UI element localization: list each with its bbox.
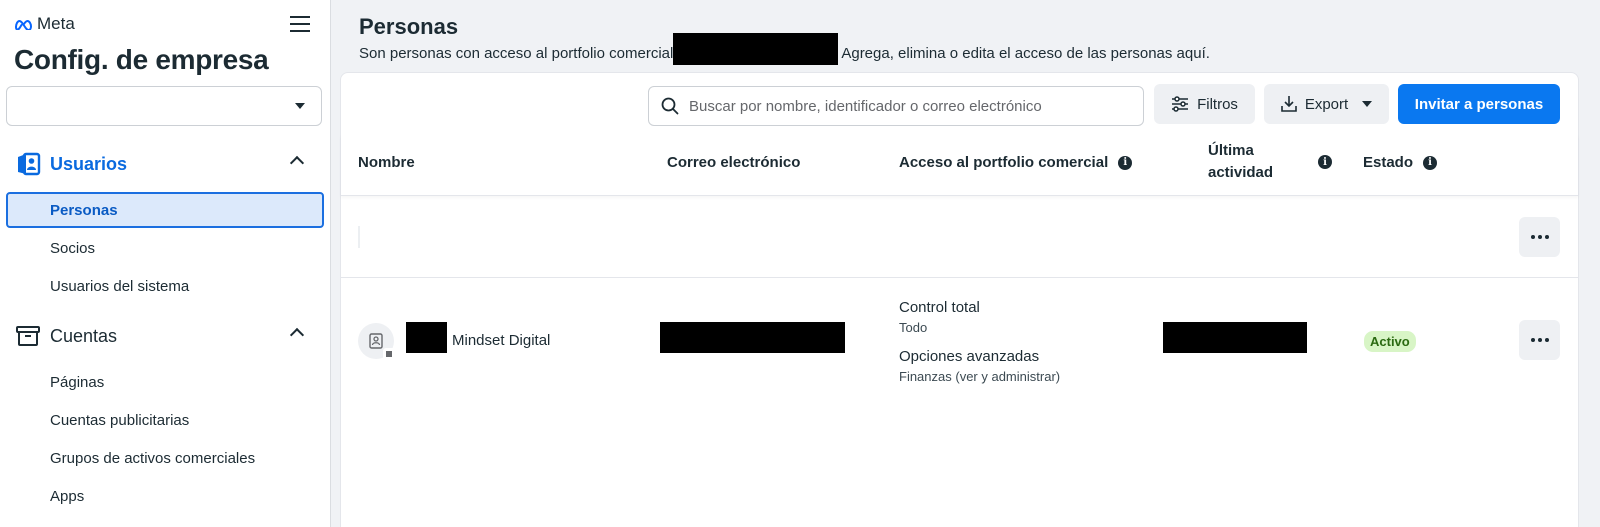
redacted-portfolio-name — [673, 33, 839, 65]
search-icon — [661, 97, 679, 115]
access-level-title: Control total — [899, 299, 980, 316]
column-header-label: Estado — [1363, 154, 1414, 171]
access-level-title: Opciones avanzadas — [899, 348, 1040, 365]
more-dots-icon — [1544, 235, 1549, 239]
invite-people-button[interactable]: Invitar a personas — [1398, 84, 1560, 124]
sidebar-item-label: Cuentas publicitarias — [50, 411, 190, 429]
sidebar-item-label: Socios — [50, 239, 96, 257]
table-header: Nombre Correo electrónico Acceso al port… — [341, 134, 1578, 196]
export-button[interactable]: Export — [1264, 84, 1389, 124]
row-more-options-button[interactable] — [1519, 320, 1560, 360]
sidebar-item-personas[interactable]: Personas — [6, 192, 324, 228]
person-badge-icon — [369, 333, 383, 349]
sidebar-item-label: Apps — [50, 487, 85, 505]
sidebar-item-label: Grupos de activos comerciales — [50, 449, 256, 467]
column-header-label: Nombre — [358, 154, 415, 171]
sidebar-item-socios[interactable]: Socios — [6, 230, 324, 266]
page-title: Personas — [359, 14, 459, 39]
info-icon[interactable]: i — [1118, 155, 1133, 170]
page-subtitle-before: Son personas con acceso al portfolio com… — [359, 44, 674, 62]
column-header-name[interactable]: Nombre — [358, 154, 415, 171]
export-button-label: Export — [1304, 95, 1349, 113]
sidebar-section-cuentas[interactable]: Cuentas — [14, 318, 314, 354]
sidebar-section-label: Usuarios — [50, 153, 128, 174]
column-header-label: Acceso al portfolio comercial — [899, 154, 1109, 171]
filters-sliders-icon — [1172, 96, 1189, 112]
info-icon[interactable]: i — [1423, 155, 1438, 170]
portfolio-select[interactable] — [6, 86, 322, 126]
meta-logo-text: Meta — [37, 14, 75, 33]
sidebar-item-usuarios-del-sistema[interactable]: Usuarios del sistema — [6, 268, 324, 304]
column-header-last-activity[interactable]: Última actividad i — [1208, 140, 1332, 184]
column-header-label: Última actividad — [1208, 142, 1274, 181]
column-header-label: Correo electrónico — [667, 154, 801, 171]
redacted-email — [660, 322, 845, 353]
menu-icon[interactable] — [288, 14, 312, 34]
download-icon — [1281, 96, 1297, 112]
sidebar-section-label: Cuentas — [50, 325, 118, 346]
column-header-email[interactable]: Correo electrónico — [667, 154, 800, 171]
column-header-access[interactable]: Acceso al portfolio comercial i — [899, 154, 1133, 171]
column-header-status[interactable]: Estado i — [1363, 154, 1438, 171]
page-subtitle: Son personas con acceso al portfolio com… — [359, 33, 1210, 65]
chevron-up-icon — [289, 327, 305, 343]
sidebar: Meta Config. de empresa Usuarios Persona… — [0, 0, 331, 527]
chevron-up-icon — [289, 155, 305, 171]
sidebar-item-label: Personas — [50, 201, 118, 219]
more-dots-icon — [1544, 338, 1549, 342]
user-badge-icon — [14, 150, 42, 178]
sidebar-item-apps[interactable]: Apps — [6, 478, 324, 514]
sidebar-item-paginas[interactable]: Páginas — [6, 364, 324, 400]
page-subtitle-after: Agrega, elimina o edita el acceso de las… — [841, 44, 1210, 62]
business-badge-icon — [383, 348, 395, 360]
more-dots-icon — [1537, 235, 1542, 239]
table-row — [341, 196, 1578, 278]
info-icon[interactable]: i — [1318, 155, 1332, 169]
row-more-options-button[interactable] — [1519, 217, 1560, 257]
redacted-last-activity — [1163, 322, 1307, 353]
caret-down-icon — [1362, 101, 1373, 107]
sidebar-item-label: Páginas — [50, 373, 105, 391]
meta-logo[interactable]: Meta — [14, 14, 75, 34]
redacted-avatar-image — [406, 322, 447, 353]
sidebar-item-label: Usuarios del sistema — [50, 277, 190, 295]
app-title: Config. de empresa — [14, 44, 269, 75]
caret-down-icon — [295, 103, 305, 109]
person-name[interactable]: Mindset Digital — [452, 332, 550, 349]
filters-button-label: Filtros — [1197, 95, 1238, 113]
search-field[interactable] — [648, 86, 1144, 126]
sidebar-item-grupos-de-activos[interactable]: Grupos de activos comerciales — [6, 440, 324, 476]
access-level-detail: Todo — [899, 320, 928, 335]
sidebar-section-usuarios[interactable]: Usuarios — [14, 146, 314, 182]
filters-button[interactable]: Filtros — [1154, 84, 1255, 124]
more-dots-icon — [1530, 235, 1535, 239]
more-dots-icon — [1530, 338, 1535, 342]
status-badge: Activo — [1364, 331, 1416, 352]
search-input[interactable] — [689, 97, 1129, 115]
more-dots-icon — [1537, 338, 1542, 342]
row-placeholder — [358, 226, 360, 248]
sidebar-item-cuentas-publicitarias[interactable]: Cuentas publicitarias — [6, 402, 324, 438]
access-level-detail: Finanzas (ver y administrar) — [899, 369, 1061, 384]
accounts-box-icon — [14, 322, 42, 350]
meta-infinity-icon — [15, 19, 33, 30]
avatar — [358, 323, 395, 360]
